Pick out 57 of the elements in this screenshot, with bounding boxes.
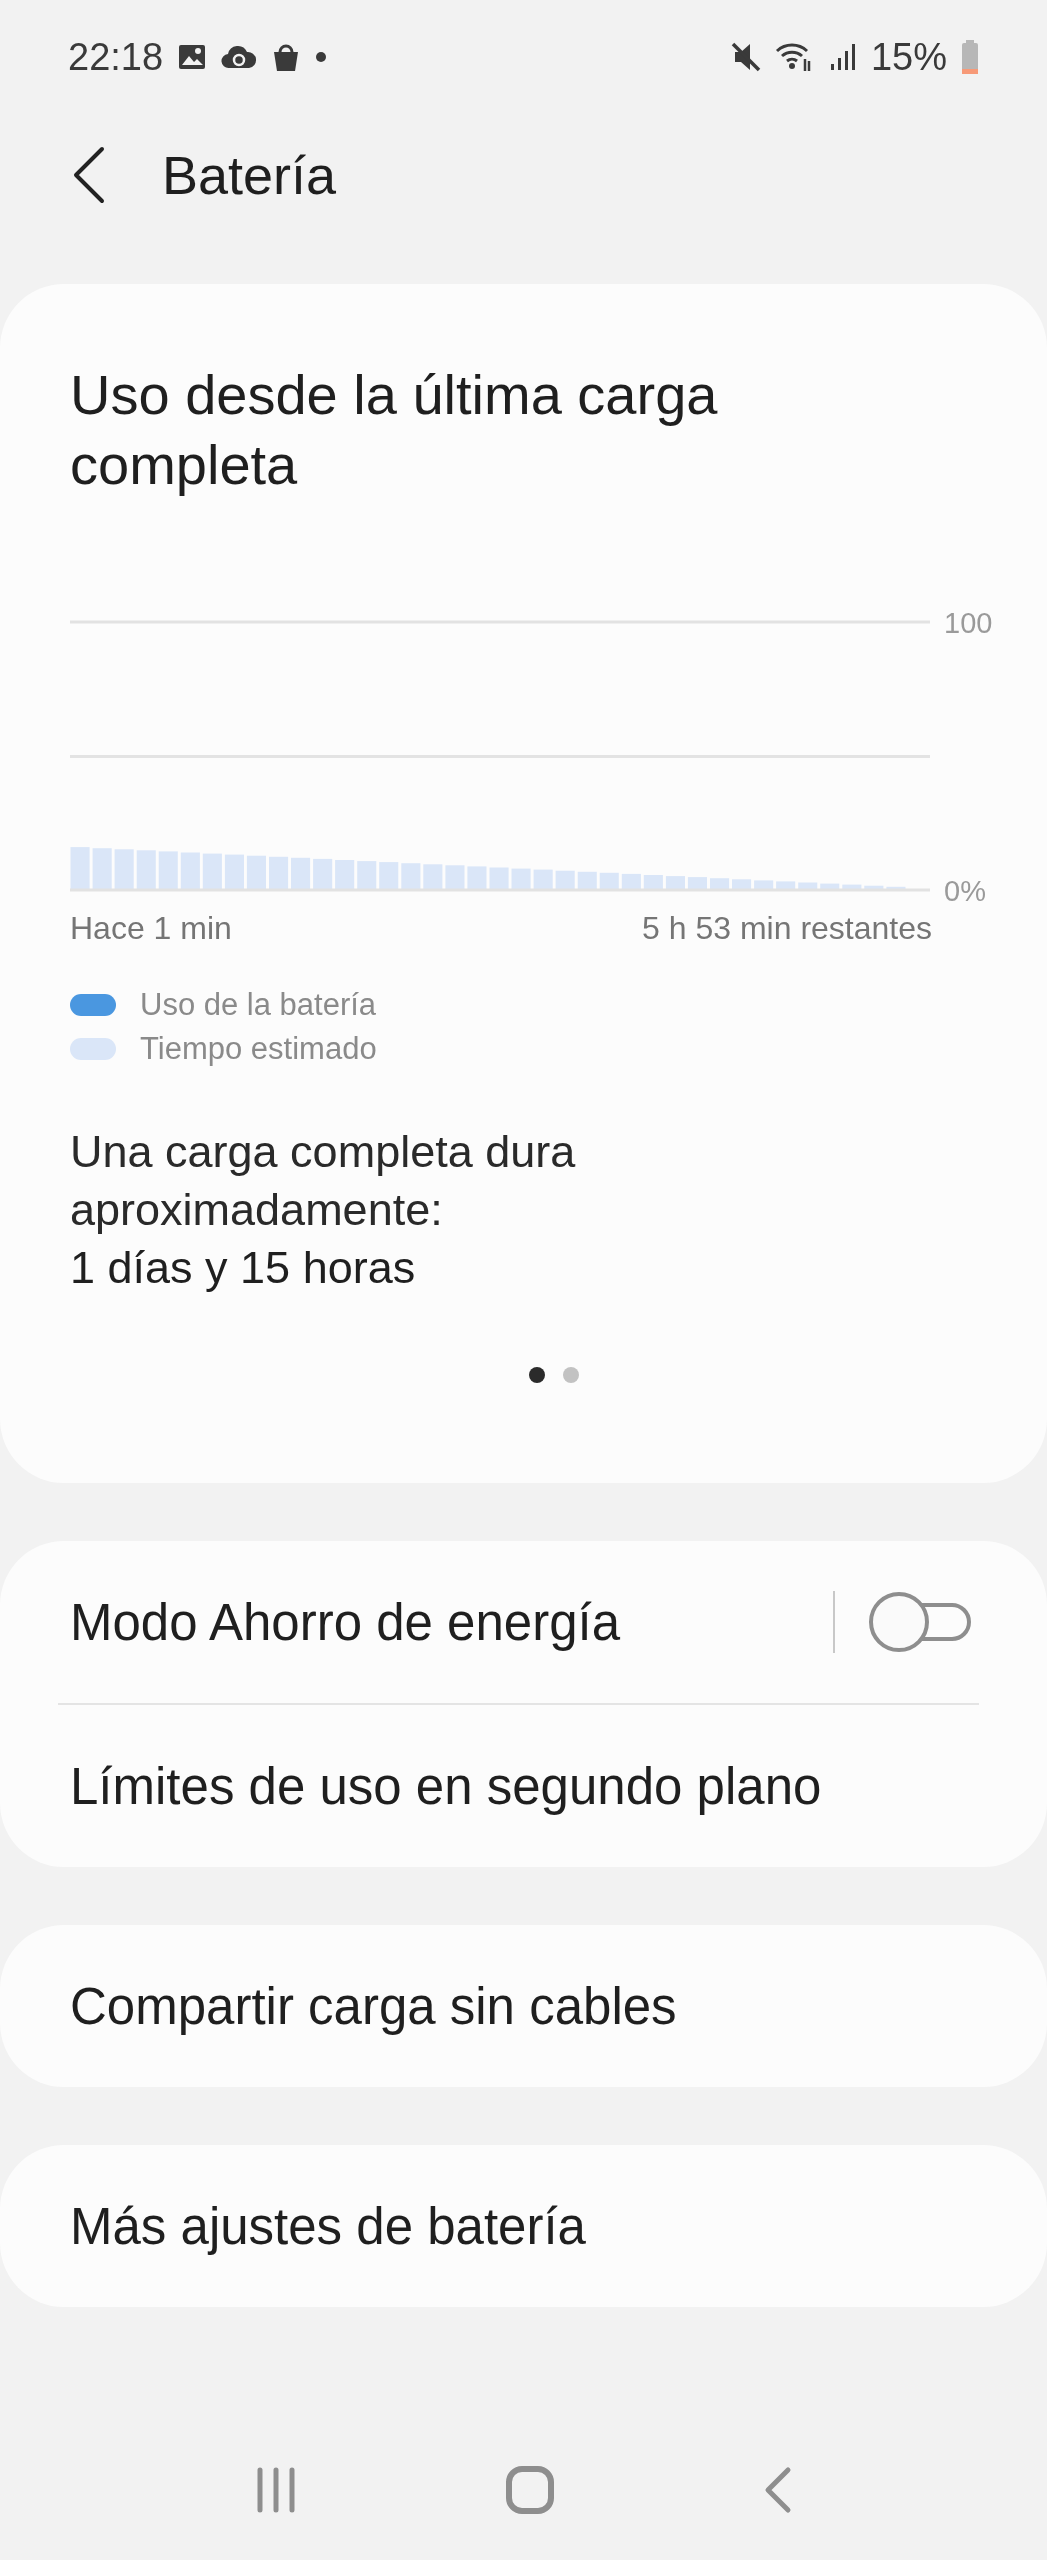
home-icon[interactable]	[505, 2465, 556, 2515]
bar	[114, 849, 134, 890]
bar	[180, 852, 200, 890]
bar	[665, 876, 685, 890]
bar	[136, 850, 156, 890]
bar	[489, 867, 509, 890]
setting-label[interactable]: Compartir carga sin cables	[70, 1976, 975, 2036]
battery-percent: 15%	[870, 35, 947, 79]
bar	[820, 883, 840, 890]
notification-dot-icon	[315, 51, 328, 63]
bar	[92, 848, 112, 890]
bar	[401, 863, 421, 890]
bar	[798, 882, 818, 890]
bar	[533, 869, 553, 890]
bar	[202, 853, 222, 890]
bar	[158, 851, 178, 890]
battery-icon	[961, 40, 979, 74]
bar	[291, 857, 311, 890]
bar	[776, 881, 796, 890]
bar	[246, 855, 266, 890]
bar	[842, 884, 862, 890]
estimate-value: 1 días y 15 horas	[70, 1241, 417, 1295]
bar	[423, 864, 443, 890]
bar	[224, 854, 244, 890]
mute-icon	[730, 41, 761, 73]
axis-label: 5 h 53 min restantes	[642, 910, 932, 947]
bar	[357, 861, 377, 890]
signal-icon	[828, 42, 857, 72]
bar	[70, 847, 90, 890]
legend-label: Uso de la batería	[140, 987, 377, 1023]
axis-label: 100	[944, 607, 993, 639]
page-dot[interactable]	[562, 1367, 579, 1383]
card-title: Uso desde la última carga completa	[70, 362, 719, 498]
bar	[710, 878, 730, 890]
bar	[269, 856, 289, 890]
bar	[599, 872, 619, 890]
bar	[445, 865, 465, 890]
bar	[467, 866, 487, 890]
bar	[555, 870, 575, 890]
axis-label: 0%	[944, 875, 986, 907]
legend-label: Tiempo estimado	[140, 1031, 377, 1067]
setting-label[interactable]: Límites de uso en segundo plano	[70, 1756, 975, 1816]
bar	[511, 868, 531, 890]
estimate-label: Una carga completa dura aproximadamente:	[70, 1125, 577, 1237]
bar	[864, 885, 884, 890]
bar	[754, 880, 774, 890]
bar	[732, 879, 752, 890]
page-dot[interactable]	[528, 1367, 545, 1383]
bar	[313, 858, 333, 890]
page-title: Batería	[162, 144, 337, 206]
image-icon	[177, 42, 208, 72]
setting-label[interactable]: Modo Ahorro de energía	[70, 1592, 833, 1652]
axis-label: Hace 1 min	[70, 910, 232, 947]
setting-label[interactable]: Más ajustes de batería	[70, 2196, 975, 2256]
bar	[379, 862, 399, 890]
clock: 22:18	[68, 35, 164, 79]
bar	[335, 860, 355, 890]
